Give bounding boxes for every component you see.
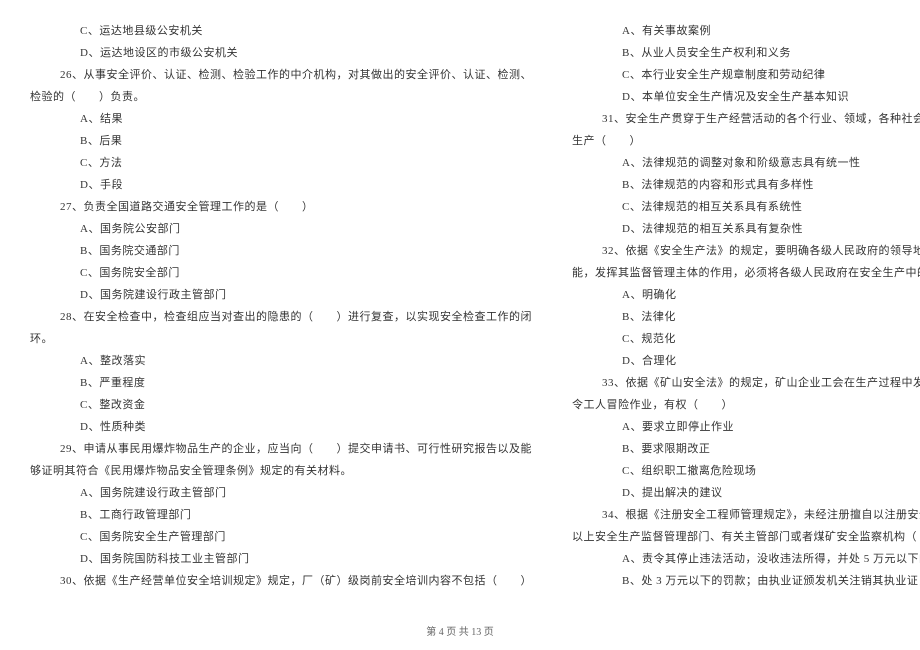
option-29-c: C、国务院安全生产管理部门 [30, 526, 532, 548]
question-26: 26、从事安全评价、认证、检测、检验工作的中介机构，对其做出的安全评价、认证、检… [30, 64, 532, 86]
option-30-d: D、本单位安全生产情况及安全生产基本知识 [572, 86, 920, 108]
question-31: 31、安全生产贯穿于生产经营活动的各个行业、领域，各种社会关系非常复杂，这体现了… [572, 108, 920, 130]
option-26-a: A、结果 [30, 108, 532, 130]
question-33: 33、依据《矿山安全法》的规定，矿山企业工会在生产过程中发现企业行政方面违章指挥… [572, 372, 920, 394]
option-28-b: B、严重程度 [30, 372, 532, 394]
question-30: 30、依据《生产经营单位安全培训规定》规定，厂（矿）级岗前安全培训内容不包括（ … [30, 570, 532, 592]
option-29-d: D、国务院国防科技工业主管部门 [30, 548, 532, 570]
option-34-b: B、处 3 万元以下的罚款；由执业证颁发机关注销其执业证，当事人 3 年内不得再… [572, 570, 920, 592]
question-33-cont: 令工人冒险作业，有权（ ） [572, 394, 920, 416]
option-32-c: C、规范化 [572, 328, 920, 350]
option-31-c: C、法律规范的相互关系具有系统性 [572, 196, 920, 218]
option-27-c: C、国务院安全部门 [30, 262, 532, 284]
page-footer: 第 4 页 共 13 页 [0, 623, 920, 638]
option-31-b: B、法律规范的内容和形式具有多样性 [572, 174, 920, 196]
question-28: 28、在安全检查中，检查组应当对查出的隐患的（ ）进行复查，以实现安全检查工作的… [30, 306, 532, 328]
option-32-d: D、合理化 [572, 350, 920, 372]
option-28-d: D、性质种类 [30, 416, 532, 438]
question-26-cont: 检验的（ ）负责。 [30, 86, 532, 108]
option-25-d: D、运达地设区的市级公安机关 [30, 42, 532, 64]
question-31-cont: 生产（ ） [572, 130, 920, 152]
option-26-b: B、后果 [30, 130, 532, 152]
option-28-a: A、整改落实 [30, 350, 532, 372]
option-29-b: B、工商行政管理部门 [30, 504, 532, 526]
question-32-cont: 能，发挥其监督管理主体的作用，必须将各级人民政府在安全生产中的地位和基本职责（ … [572, 262, 920, 284]
option-27-b: B、国务院交通部门 [30, 240, 532, 262]
option-33-c: C、组织职工撤离危险现场 [572, 460, 920, 482]
option-34-a: A、责令其停止违法活动，没收违法所得，并处 5 万元以下的罚款 [572, 548, 920, 570]
option-26-c: C、方法 [30, 152, 532, 174]
option-32-b: B、法律化 [572, 306, 920, 328]
option-25-c: C、运达地县级公安机关 [30, 20, 532, 42]
right-column: A、有关事故案例 B、从业人员安全生产权利和义务 C、本行业安全生产规章制度和劳… [572, 20, 920, 592]
document-page: C、运达地县级公安机关 D、运达地设区的市级公安机关 26、从事安全评价、认证、… [0, 0, 920, 632]
option-33-a: A、要求立即停止作业 [572, 416, 920, 438]
option-26-d: D、手段 [30, 174, 532, 196]
question-34: 34、根据《注册安全工程师管理规定》，未经注册擅自以注册安全工程师名义执业的，由… [572, 504, 920, 526]
left-column: C、运达地县级公安机关 D、运达地设区的市级公安机关 26、从事安全评价、认证、… [30, 20, 532, 592]
question-34-cont: 以上安全生产监督管理部门、有关主管部门或者煤矿安全监察机构（ ） [572, 526, 920, 548]
question-29-cont: 够证明其符合《民用爆炸物品安全管理条例》规定的有关材料。 [30, 460, 532, 482]
option-27-d: D、国务院建设行政主管部门 [30, 284, 532, 306]
option-30-b: B、从业人员安全生产权利和义务 [572, 42, 920, 64]
option-33-b: B、要求限期改正 [572, 438, 920, 460]
option-31-a: A、法律规范的调整对象和阶级意志具有统一性 [572, 152, 920, 174]
option-28-c: C、整改资金 [30, 394, 532, 416]
option-30-a: A、有关事故案例 [572, 20, 920, 42]
option-27-a: A、国务院公安部门 [30, 218, 532, 240]
question-28-cont: 环。 [30, 328, 532, 350]
option-29-a: A、国务院建设行政主管部门 [30, 482, 532, 504]
option-33-d: D、提出解决的建议 [572, 482, 920, 504]
question-27: 27、负责全国道路交通安全管理工作的是（ ） [30, 196, 532, 218]
question-32: 32、依据《安全生产法》的规定，要明确各级人民政府的领导地位和各有关部门的监督管… [572, 240, 920, 262]
option-31-d: D、法律规范的相互关系具有复杂性 [572, 218, 920, 240]
question-29: 29、申请从事民用爆炸物品生产的企业，应当向（ ）提交申请书、可行性研究报告以及… [30, 438, 532, 460]
option-32-a: A、明确化 [572, 284, 920, 306]
option-30-c: C、本行业安全生产规章制度和劳动纪律 [572, 64, 920, 86]
